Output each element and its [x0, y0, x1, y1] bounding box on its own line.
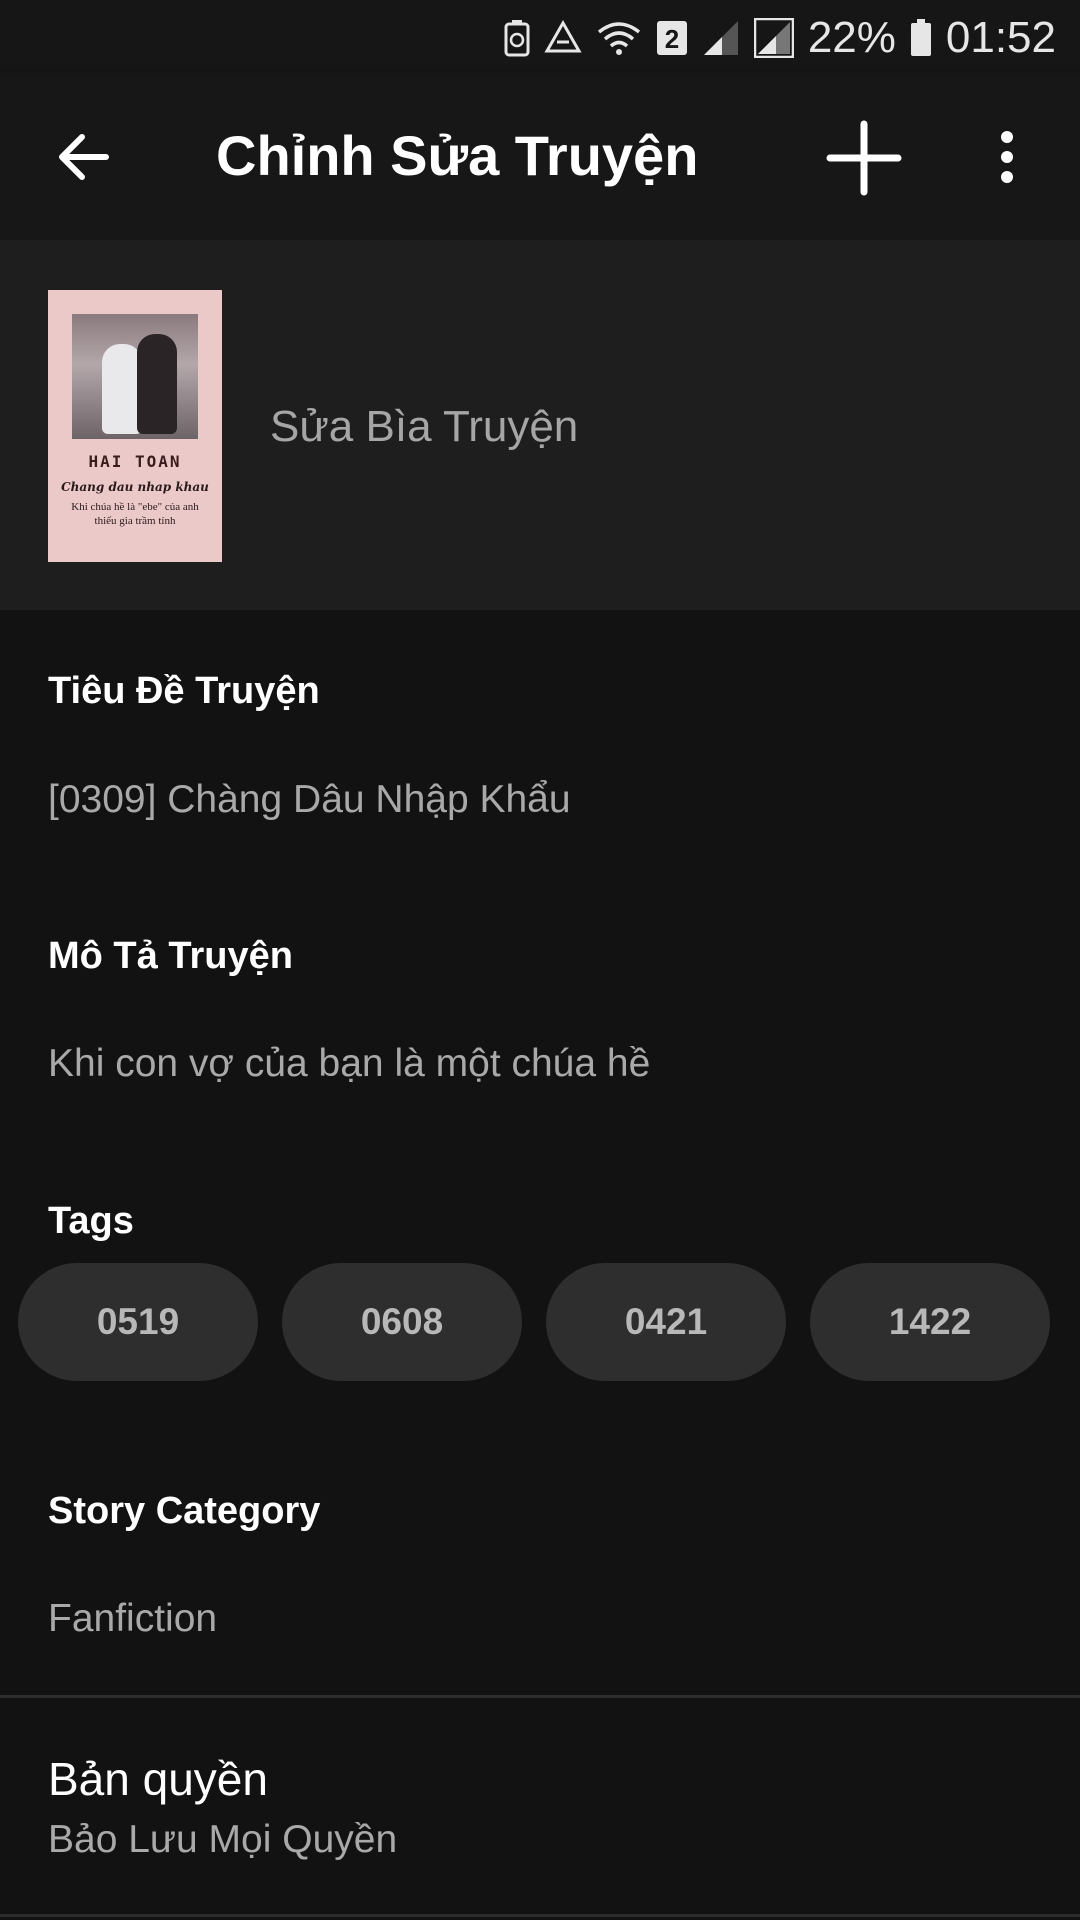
battery-icon — [910, 18, 932, 57]
signal-icon — [753, 17, 794, 58]
status-bar: 2 22% 01:52 — [0, 0, 1080, 75]
description-label: Mô Tả Truyện — [48, 935, 293, 977]
tags-list: 0519 0608 0421 1422 — [18, 1263, 1050, 1381]
title-field[interactable]: [0309] Chàng Dâu Nhập Khẩu — [48, 778, 571, 822]
edit-cover-label[interactable]: Sửa Bìa Truyện — [270, 402, 578, 452]
title-label: Tiêu Đề Truyện — [48, 670, 320, 712]
app-bar: Chỉnh Sửa Truyện — [0, 75, 1080, 240]
cover-thumbnail[interactable]: HAI TOAN Chang dau nhap khau Khi chúa hề… — [48, 290, 222, 562]
more-vert-icon[interactable] — [992, 127, 1022, 187]
sim-icon: 2 — [656, 20, 688, 56]
recycle-icon — [544, 19, 582, 56]
copyright-value[interactable]: Bảo Lưu Mọi Quyền — [48, 1818, 397, 1862]
wifi-icon — [596, 20, 642, 56]
divider — [0, 1695, 1080, 1698]
category-label: Story Category — [48, 1490, 321, 1532]
description-field[interactable]: Khi con vợ của bạn là một chúa hề — [48, 1042, 650, 1086]
page-title: Chỉnh Sửa Truyện — [216, 124, 699, 187]
tag-chip[interactable]: 0519 — [18, 1263, 258, 1381]
edit-cover-row[interactable]: HAI TOAN Chang dau nhap khau Khi chúa hề… — [0, 240, 1080, 610]
clock: 01:52 — [945, 12, 1056, 62]
sim-badge-text: 2 — [665, 24, 679, 54]
plus-icon[interactable] — [826, 120, 902, 196]
category-field[interactable]: Fanfiction — [48, 1597, 217, 1641]
tag-chip[interactable]: 0608 — [282, 1263, 522, 1381]
cover-photo — [72, 314, 198, 439]
copyright-label[interactable]: Bản quyền — [48, 1752, 268, 1806]
cover-figure — [102, 344, 142, 434]
tag-chip[interactable]: 0421 — [546, 1263, 786, 1381]
tag-chip[interactable]: 1422 — [810, 1263, 1050, 1381]
cover-title-text: HAI TOAN — [88, 452, 182, 471]
cover-subtitle-text: Chang dau nhap khau — [61, 480, 209, 494]
arrow-back-icon[interactable] — [54, 127, 114, 187]
cover-description-text: Khi chúa hề là "ebe" của anh thiếu gia t… — [71, 501, 199, 527]
tags-label: Tags — [48, 1200, 134, 1242]
battery-saver-icon — [504, 19, 530, 57]
cover-figure — [137, 334, 177, 434]
divider — [0, 1914, 1080, 1917]
signal-icon — [702, 19, 740, 57]
battery-percent: 22% — [807, 12, 896, 62]
